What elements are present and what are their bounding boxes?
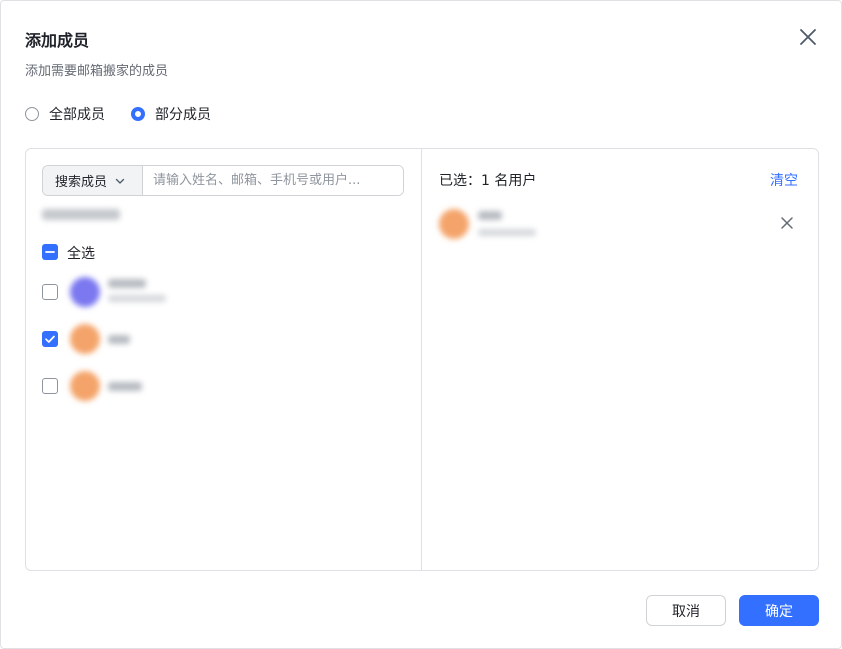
chevron-down-icon	[115, 178, 125, 184]
selected-count: 已选：1 名用户	[439, 173, 537, 189]
avatar	[70, 277, 100, 307]
radio-partial-members[interactable]: 部分成员	[131, 104, 211, 124]
cancel-button[interactable]: 取消	[646, 595, 726, 626]
scope-radio-group: 全部成员 部分成员	[25, 104, 237, 124]
selected-member-name	[478, 211, 502, 220]
confirm-button[interactable]: 确定	[739, 595, 819, 626]
radio-all-members[interactable]: 全部成员	[25, 104, 105, 124]
member-email	[108, 295, 166, 302]
selected-member-email	[478, 229, 536, 236]
member-row[interactable]	[26, 363, 421, 409]
member-name	[108, 335, 130, 344]
panel-divider	[421, 149, 422, 570]
member-checkbox[interactable]	[42, 284, 58, 300]
search-type-label: 搜索成员	[55, 175, 108, 190]
radio-circle-icon	[25, 107, 39, 121]
member-transfer-panel: 搜索成员 全选	[25, 148, 819, 571]
search-type-select[interactable]: 搜索成员	[43, 166, 143, 195]
check-icon	[45, 335, 55, 343]
member-name	[108, 382, 142, 391]
member-row[interactable]	[26, 269, 421, 315]
avatar	[439, 209, 469, 239]
indeterminate-icon	[45, 251, 55, 253]
radio-label: 部分成员	[155, 107, 211, 123]
clear-button[interactable]: 清空	[770, 170, 798, 190]
close-icon[interactable]	[796, 25, 820, 49]
member-name	[108, 279, 146, 288]
member-row[interactable]	[26, 316, 421, 362]
remove-icon[interactable]	[779, 215, 795, 231]
radio-selected-icon	[131, 107, 145, 121]
search-input[interactable]	[143, 166, 403, 195]
avatar	[70, 371, 100, 401]
add-member-dialog: 添加成员 添加需要邮箱搬家的成员 全部成员 部分成员 搜索成员 请输入姓名、邮箱…	[0, 0, 842, 649]
org-breadcrumb[interactable]	[42, 209, 120, 220]
member-checkbox[interactable]	[42, 331, 58, 347]
radio-label: 全部成员	[49, 107, 105, 123]
member-checkbox[interactable]	[42, 378, 58, 394]
dialog-title: 添加成员	[25, 31, 90, 50]
select-all-checkbox[interactable]	[42, 244, 58, 260]
avatar	[70, 324, 100, 354]
select-all-label: 全选	[67, 246, 95, 262]
member-search: 搜索成员	[42, 165, 404, 196]
dialog-subtitle: 添加需要邮箱搬家的成员	[25, 64, 169, 79]
